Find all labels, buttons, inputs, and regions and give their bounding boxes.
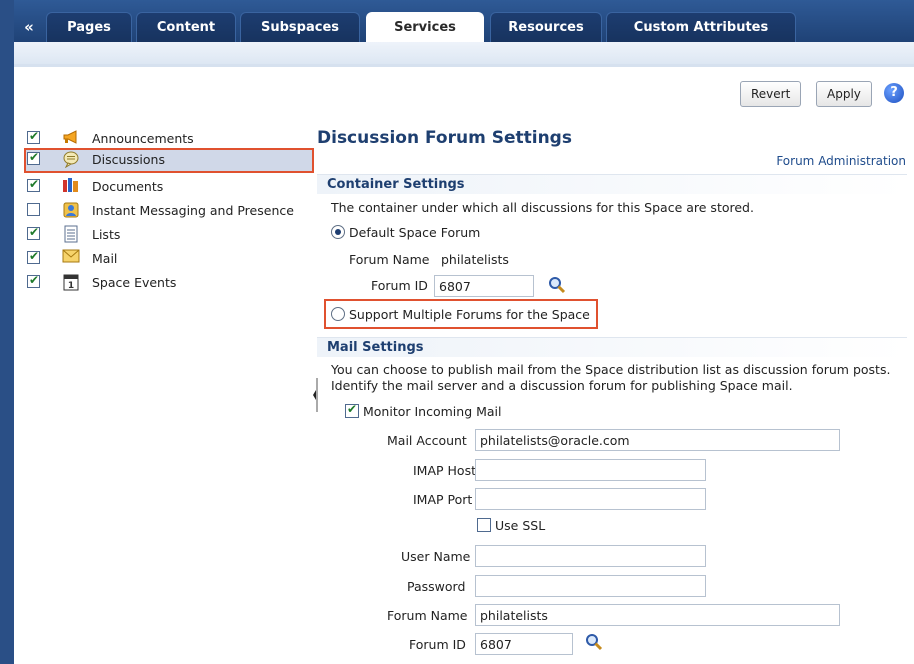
lists-checkbox[interactable] xyxy=(27,225,40,240)
mail-forum-id-label: Forum ID xyxy=(409,637,466,652)
service-item-lists[interactable]: Lists xyxy=(24,223,314,245)
documents-checkbox[interactable] xyxy=(27,177,40,192)
announcements-checkbox[interactable] xyxy=(27,129,40,144)
revert-button[interactable]: Revert xyxy=(740,81,802,107)
mail-checkbox[interactable] xyxy=(27,249,40,264)
forum-id-input[interactable] xyxy=(434,275,534,297)
multiple-forums-label: Support Multiple Forums for the Space xyxy=(349,307,590,322)
imap-port-input[interactable] xyxy=(475,488,706,510)
service-label: Discussions xyxy=(92,152,165,167)
list-icon xyxy=(62,225,80,243)
default-space-forum-label: Default Space Forum xyxy=(349,225,481,240)
mail-description-line2: Identify the mail server and a discussio… xyxy=(331,378,793,393)
mail-forum-name-label: Forum Name xyxy=(387,608,468,623)
service-label: Lists xyxy=(92,227,121,242)
monitor-incoming-mail-checkbox[interactable] xyxy=(345,402,359,418)
books-icon xyxy=(62,177,80,195)
service-item-documents[interactable]: Documents xyxy=(24,175,314,197)
container-settings-heading: Container Settings xyxy=(317,174,907,194)
discussions-checkbox[interactable] xyxy=(27,150,40,165)
megaphone-icon xyxy=(62,129,80,147)
speech-bubble-icon xyxy=(62,150,80,169)
imap-host-input[interactable] xyxy=(475,459,706,481)
help-icon[interactable]: ? xyxy=(884,83,904,103)
forum-id-label: Forum ID xyxy=(371,278,428,293)
forum-name-label: Forum Name xyxy=(349,252,430,267)
monitor-incoming-mail-label: Monitor Incoming Mail xyxy=(363,404,502,419)
tab-pages[interactable]: Pages xyxy=(46,12,132,42)
service-item-space-events[interactable]: 1 Space Events xyxy=(24,271,314,293)
tab-custom-attributes[interactable]: Custom Attributes xyxy=(606,12,796,42)
mail-description-line1: You can choose to publish mail from the … xyxy=(331,362,891,377)
tab-content[interactable]: Content xyxy=(136,12,236,42)
default-space-forum-radio[interactable] xyxy=(331,225,345,239)
mail-settings-heading: Mail Settings xyxy=(317,337,907,357)
forum-name-value: philatelists xyxy=(441,252,509,267)
use-ssl-checkbox[interactable] xyxy=(477,518,491,532)
service-label: Announcements xyxy=(92,131,194,146)
instant-messaging-checkbox[interactable] xyxy=(27,203,40,216)
service-label: Space Events xyxy=(92,275,177,290)
page-title: Discussion Forum Settings xyxy=(317,128,572,148)
mail-account-input[interactable] xyxy=(475,429,840,451)
search-icon[interactable] xyxy=(548,276,566,294)
multiple-forums-radio[interactable] xyxy=(331,307,345,321)
service-item-discussions[interactable]: Discussions xyxy=(24,148,314,173)
imap-port-label: IMAP Port xyxy=(413,492,473,507)
space-events-checkbox[interactable] xyxy=(27,273,40,288)
splitter-handle[interactable] xyxy=(312,378,320,412)
password-label: Password xyxy=(407,579,466,594)
service-label: Mail xyxy=(92,251,118,266)
search-icon[interactable] xyxy=(585,633,603,651)
mail-account-label: Mail Account xyxy=(387,433,467,448)
service-item-instant-messaging[interactable]: Instant Messaging and Presence xyxy=(24,199,314,221)
tab-resources[interactable]: Resources xyxy=(490,12,602,42)
mail-forum-id-input[interactable] xyxy=(475,633,573,655)
service-item-mail[interactable]: Mail xyxy=(24,247,314,269)
use-ssl-label: Use SSL xyxy=(495,518,546,533)
apply-button[interactable]: Apply xyxy=(816,81,872,107)
forum-administration-link[interactable]: Forum Administration xyxy=(776,154,906,168)
subheader-bar xyxy=(14,42,914,64)
user-name-input[interactable] xyxy=(475,545,706,567)
mail-forum-name-input[interactable] xyxy=(475,604,840,626)
left-frame xyxy=(0,0,14,664)
tab-services[interactable]: Services xyxy=(366,12,484,42)
tab-subspaces[interactable]: Subspaces xyxy=(240,12,360,42)
user-name-label: User Name xyxy=(401,549,471,564)
service-label: Instant Messaging and Presence xyxy=(92,203,294,218)
service-label: Documents xyxy=(92,179,164,194)
calendar-icon: 1 xyxy=(62,273,80,291)
service-item-announcements[interactable]: Announcements xyxy=(24,127,314,149)
container-description: The container under which all discussion… xyxy=(331,200,754,215)
password-input[interactable] xyxy=(475,575,706,597)
svg-text:1: 1 xyxy=(68,281,74,291)
presence-icon xyxy=(62,201,80,219)
imap-host-label: IMAP Host xyxy=(413,463,476,478)
collapse-icon[interactable]: « xyxy=(18,16,40,38)
envelope-icon xyxy=(62,249,80,267)
